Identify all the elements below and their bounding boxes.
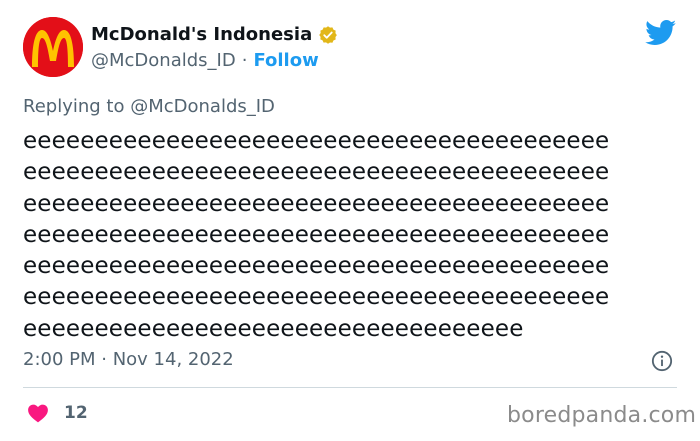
author-name-row: McDonald's Indonesia [91, 24, 338, 45]
author-handle[interactable]: @McDonalds_ID [91, 50, 236, 71]
heart-icon[interactable] [27, 402, 49, 424]
like-count[interactable]: 12 [64, 403, 88, 423]
author-handle-row: @McDonalds_ID · Follow [91, 50, 319, 71]
tweet-timestamp[interactable]: 2:00 PM · Nov 14, 2022 [23, 349, 234, 370]
replying-prefix: Replying to [23, 96, 131, 117]
reply-mention-link[interactable]: @McDonalds_ID [130, 96, 275, 117]
tweet-card: McDonald's Indonesia @McDonalds_ID · Fol… [0, 0, 700, 441]
verified-badge-icon [319, 25, 338, 44]
avatar[interactable] [23, 17, 83, 77]
twitter-bird-icon[interactable] [645, 20, 677, 46]
divider [23, 387, 677, 388]
separator: · [241, 50, 248, 71]
mcdonalds-logo [23, 17, 83, 77]
tweet-text: eeeeeeeeeeeeeeeeeeeeeeeeeeeeeeeeeeeeeeee… [23, 128, 610, 342]
author-display-name[interactable]: McDonald's Indonesia [91, 24, 312, 45]
follow-button[interactable]: Follow [253, 50, 318, 71]
info-icon[interactable] [651, 350, 673, 372]
replying-to: Replying to @McDonalds_ID [23, 96, 275, 117]
watermark: boredpanda.com [507, 403, 697, 428]
